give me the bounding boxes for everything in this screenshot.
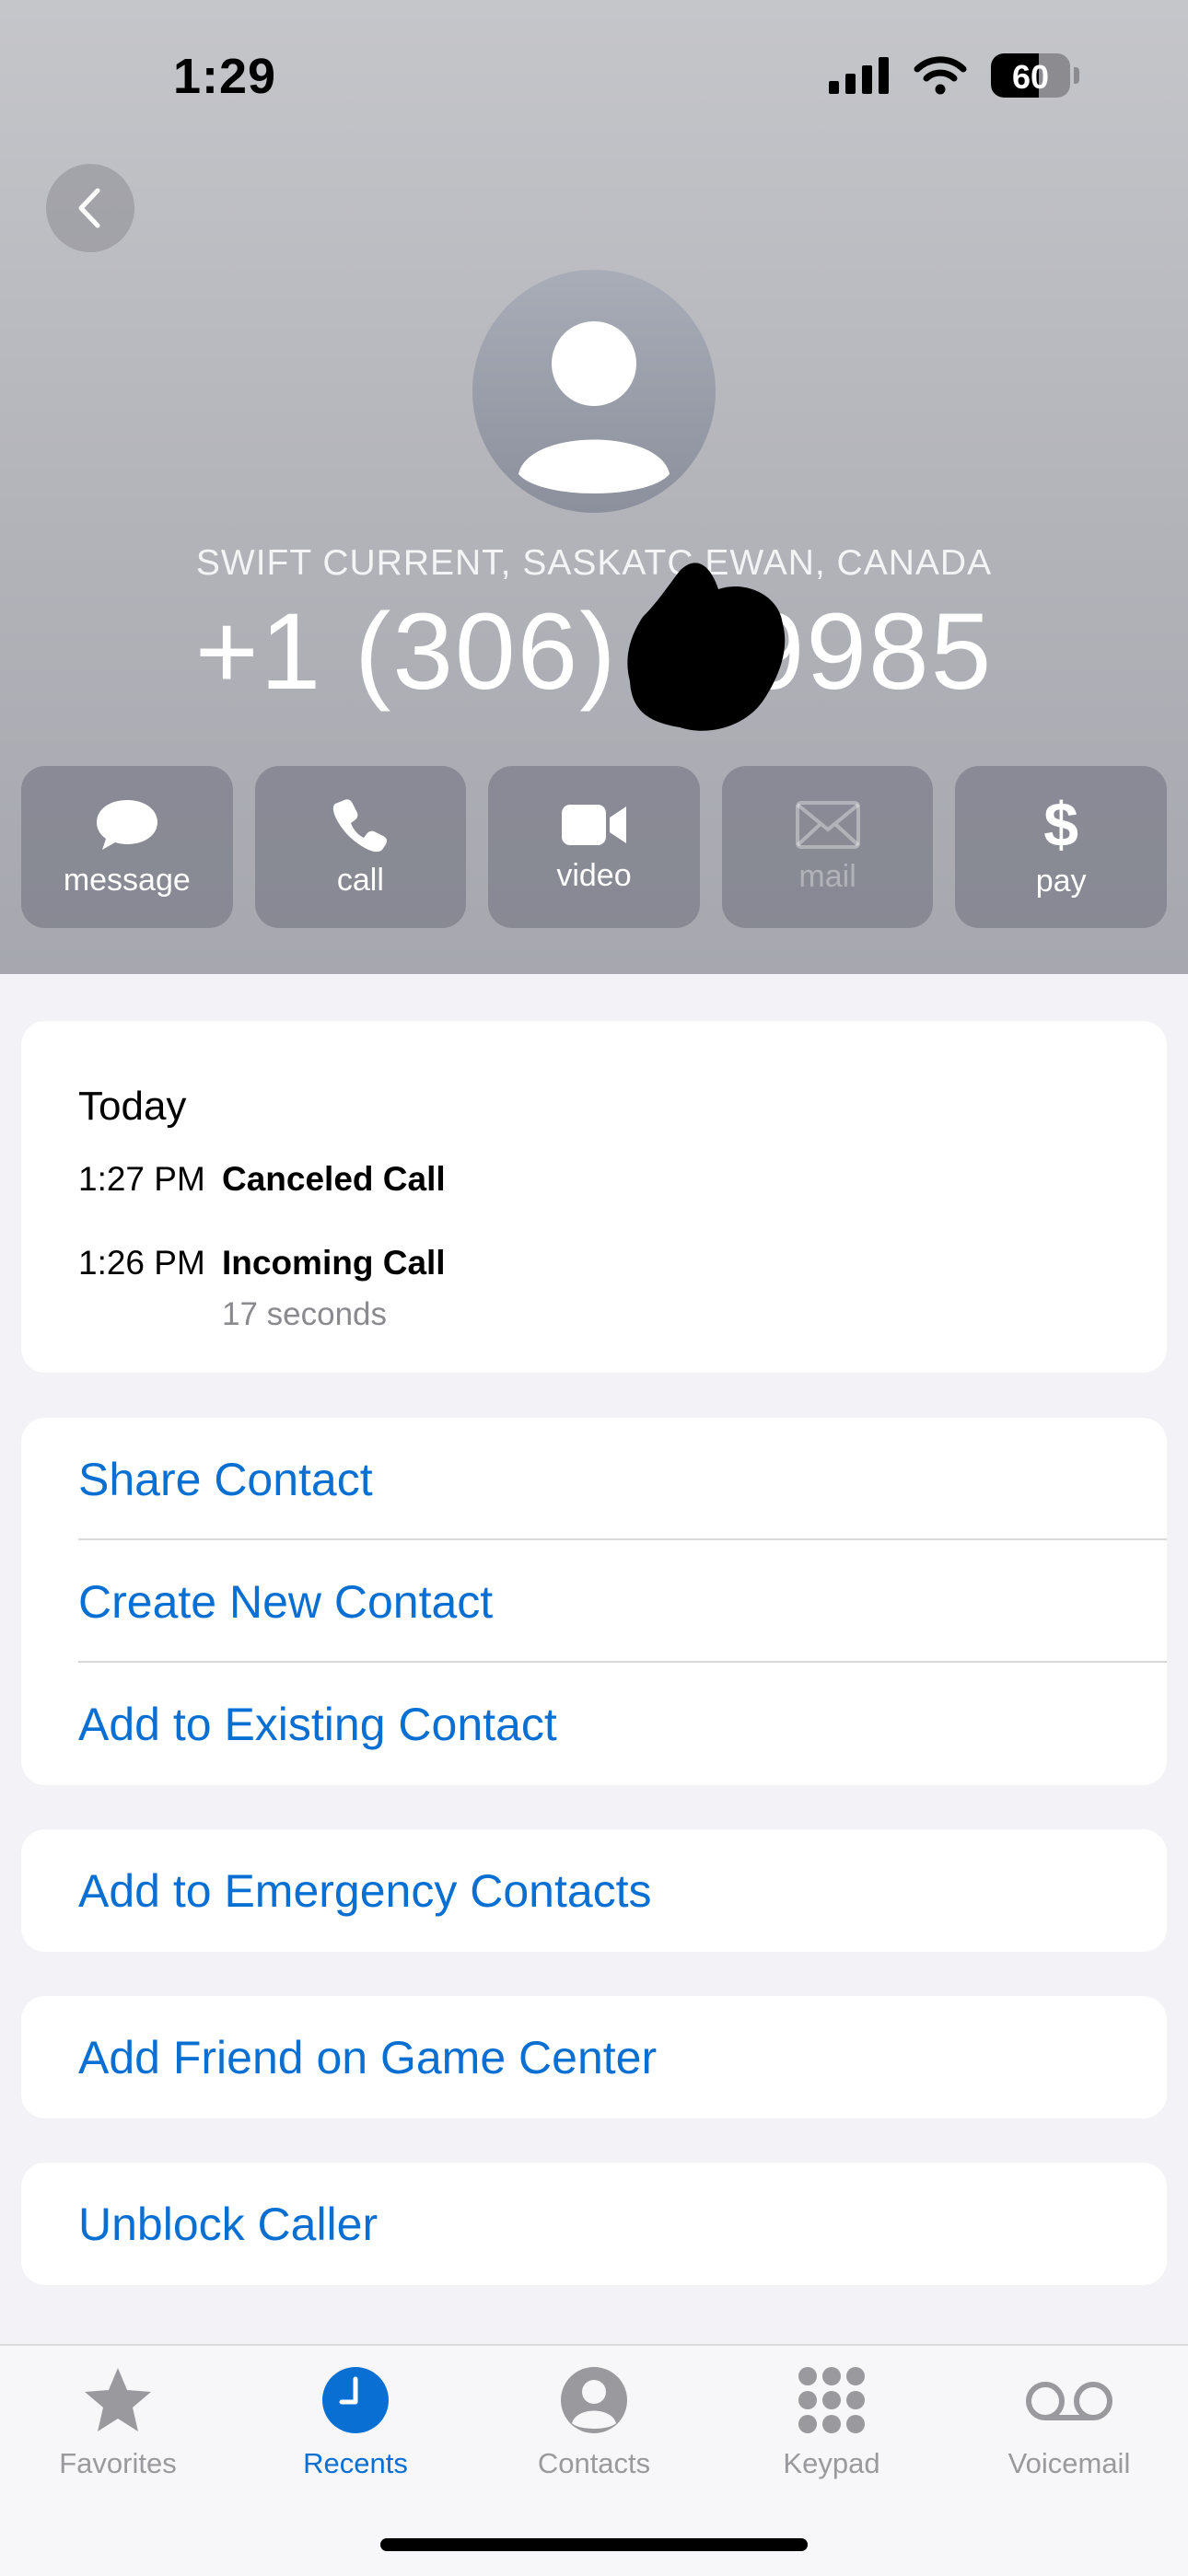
status-time: 1:29 <box>173 49 277 104</box>
contact-options-card: Share Contact Create New Contact Add to … <box>21 1418 1167 1785</box>
history-row: 1:26 PM Incoming Call <box>78 1244 446 1282</box>
wifi-icon <box>914 56 967 95</box>
tab-keypad[interactable]: Keypad <box>721 2364 942 2480</box>
add-to-existing-contact-button[interactable]: Add to Existing Contact <box>21 1663 1167 1785</box>
call-time: 1:27 PM <box>78 1160 205 1198</box>
tab-contacts[interactable]: Contacts <box>483 2364 705 2480</box>
voicemail-icon <box>1026 2382 1112 2420</box>
chevron-left-icon <box>78 188 100 228</box>
message-bubble-icon <box>96 799 157 850</box>
call-history-card: Today 1:27 PM Canceled Call 1:26 PM Inco… <box>21 1021 1167 1373</box>
tab-voicemail[interactable]: Voicemail <box>959 2364 1180 2480</box>
action-buttons: message call video mail $ pay <box>21 766 1167 928</box>
call-type: Incoming Call <box>222 1244 446 1282</box>
tab-favorites[interactable]: Favorites <box>7 2364 228 2480</box>
person-circle-icon <box>561 2367 627 2433</box>
call-type: Canceled Call <box>222 1160 446 1198</box>
message-button[interactable]: message <box>21 766 233 928</box>
call-button[interactable]: call <box>254 766 467 928</box>
history-date: Today <box>78 1084 187 1129</box>
battery-percentage: 60 <box>1011 58 1050 96</box>
contact-header: 1:29 60 SWIFT CURRENT, SASKATC EWAN, CAN… <box>0 0 1188 974</box>
person-silhouette-icon <box>518 321 670 493</box>
cellular-signal-icon <box>829 57 889 94</box>
phone-icon <box>333 798 388 852</box>
share-contact-button[interactable]: Share Contact <box>21 1418 1167 1540</box>
tab-recents[interactable]: Recents <box>245 2364 466 2480</box>
emergency-card: Add to Emergency Contacts <box>21 1829 1167 1952</box>
dollar-icon: $ <box>1043 789 1079 860</box>
add-friend-game-center-button[interactable]: Add Friend on Game Center <box>21 1996 1167 2118</box>
status-icons: 60 <box>829 53 1079 98</box>
video-camera-icon <box>561 804 626 845</box>
history-row: 1:27 PM Canceled Call <box>78 1160 446 1199</box>
redaction-scribble <box>627 563 786 731</box>
star-icon <box>85 2368 151 2431</box>
envelope-icon <box>795 800 860 849</box>
pay-button[interactable]: $ pay <box>955 766 1167 928</box>
battery-icon: 60 <box>991 53 1070 98</box>
caller-location: SWIFT CURRENT, SASKATC EWAN, CANADA <box>195 543 993 583</box>
call-time: 1:26 PM <box>78 1244 205 1282</box>
battery-tip <box>1074 67 1079 84</box>
unblock-card: Unblock Caller <box>21 2163 1167 2285</box>
create-new-contact-button[interactable]: Create New Contact <box>21 1540 1167 1663</box>
call-duration: 17 seconds <box>222 1296 388 1332</box>
phone-number: +1 (306) 7 9985 <box>194 591 994 713</box>
unblock-caller-button[interactable]: Unblock Caller <box>21 2163 1167 2285</box>
video-button[interactable]: video <box>488 766 700 928</box>
home-indicator <box>380 2538 808 2551</box>
back-button[interactable] <box>46 164 134 252</box>
game-center-card: Add Friend on Game Center <box>21 1996 1167 2118</box>
clock-icon <box>322 2367 389 2433</box>
contact-avatar <box>472 270 716 513</box>
keypad-icon <box>798 2367 865 2433</box>
add-to-emergency-contacts-button[interactable]: Add to Emergency Contacts <box>21 1829 1167 1952</box>
mail-button[interactable]: mail <box>721 766 934 928</box>
